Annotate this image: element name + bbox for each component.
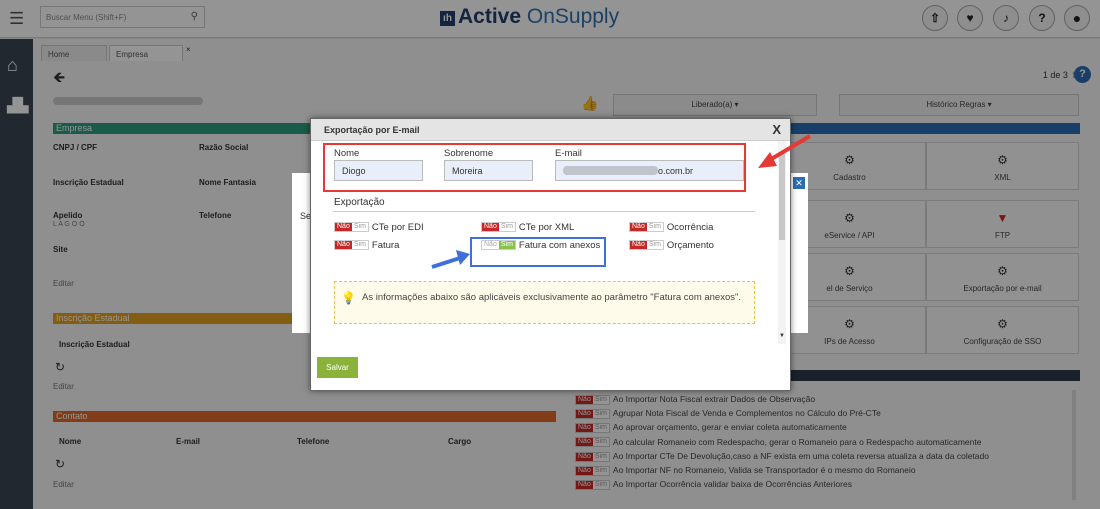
blue-arrow: [431, 256, 461, 269]
annotation-arrows: [431, 134, 812, 269]
red-arrow: [766, 134, 812, 163]
red-arrowhead: [758, 152, 777, 168]
blue-arrowhead: [456, 250, 470, 265]
